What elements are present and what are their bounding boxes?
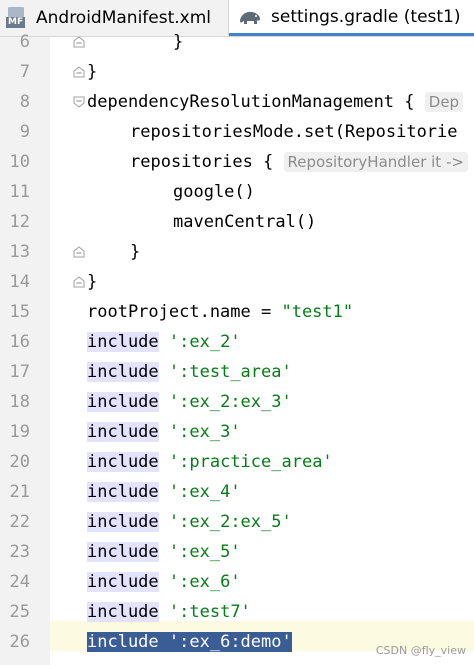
- line-number: 8: [19, 92, 30, 112]
- string-literal: ':test7': [168, 602, 251, 622]
- line-number: 17: [9, 362, 30, 382]
- include-keyword: include: [87, 392, 159, 412]
- line-number: 24: [9, 572, 30, 592]
- line-number: 20: [9, 452, 30, 472]
- include-keyword: include: [87, 602, 159, 622]
- code-text: google(): [173, 182, 255, 202]
- line-number: 10: [9, 152, 30, 172]
- string-literal: ':ex_6': [168, 572, 241, 592]
- editor-tab-bar: MF AndroidManifest.xml settings.gradle (…: [0, 0, 474, 37]
- code-text: dependencyResolutionManagement {: [87, 92, 425, 112]
- include-keyword: include: [87, 452, 159, 472]
- code-line[interactable]: include ':ex_2:ex_5': [87, 507, 292, 537]
- code-line[interactable]: mavenCentral(): [173, 207, 316, 237]
- code-line[interactable]: rootProject.name = "test1": [87, 297, 353, 327]
- code-line[interactable]: include ':ex_4': [87, 477, 241, 507]
- include-keyword: include: [87, 332, 159, 352]
- gradle-elephant-icon: [240, 11, 260, 24]
- string-literal: ':ex_2:ex_3': [168, 392, 292, 412]
- tab-label: settings.gradle (test1): [271, 6, 461, 27]
- code-line[interactable]: include ':ex_2': [87, 327, 241, 357]
- include-keyword: include: [87, 362, 159, 382]
- code-line[interactable]: }: [173, 27, 183, 57]
- code-line[interactable]: include ':test7': [87, 597, 251, 627]
- string-literal: ':ex_2:ex_5': [168, 512, 292, 532]
- string-literal: ':ex_3': [168, 422, 241, 442]
- string-literal: "test1": [281, 302, 354, 322]
- line-number: 11: [9, 182, 30, 202]
- code-line[interactable]: include ':ex_2:ex_3': [87, 387, 292, 417]
- line-number: 9: [19, 122, 30, 142]
- include-keyword: include: [87, 482, 159, 502]
- code-text: }: [130, 242, 141, 262]
- line-number: 18: [9, 392, 30, 412]
- include-keyword: include: [87, 632, 159, 652]
- code-line[interactable]: }: [130, 237, 140, 267]
- code-line[interactable]: include ':practice_area': [87, 447, 333, 477]
- line-number: 7: [19, 62, 30, 82]
- string-literal: ':ex_4': [168, 482, 241, 502]
- code-text: }: [173, 32, 184, 52]
- code-line[interactable]: repositories { RepositoryHandler it ->: [130, 147, 468, 177]
- include-keyword: include: [87, 422, 159, 442]
- fold-end-icon[interactable]: [73, 276, 85, 288]
- tab-android-manifest[interactable]: MF AndroidManifest.xml: [0, 0, 228, 36]
- tab-settings-gradle[interactable]: settings.gradle (test1): [229, 0, 474, 36]
- code-line[interactable]: }: [87, 267, 97, 297]
- fold-open-icon[interactable]: [73, 96, 85, 108]
- line-number: 23: [9, 542, 30, 562]
- line-number: 22: [9, 512, 30, 532]
- watermark: CSDN @fly_view: [375, 644, 466, 657]
- include-keyword: include: [87, 542, 159, 562]
- line-number: 6: [19, 32, 30, 52]
- code-line[interactable]: repositoriesMode.set(Repositorie: [130, 117, 458, 147]
- tab-label: AndroidManifest.xml: [36, 8, 212, 28]
- line-number: 26: [9, 632, 30, 652]
- code-line[interactable]: google(): [173, 177, 255, 207]
- string-literal: ':ex_5': [168, 542, 241, 562]
- line-number: 25: [9, 602, 30, 622]
- inlay-type-hint: Dep: [424, 92, 464, 112]
- code-line[interactable]: include ':ex_6:demo': [87, 627, 292, 657]
- code-line[interactable]: include ':ex_5': [87, 537, 241, 567]
- line-number: 14: [9, 272, 30, 292]
- code-line[interactable]: include ':ex_3': [87, 417, 241, 447]
- code-text: }: [87, 272, 98, 292]
- code-text: mavenCentral(): [173, 212, 317, 232]
- code-line[interactable]: include ':test_area': [87, 357, 292, 387]
- line-number: 19: [9, 422, 30, 442]
- line-number: 13: [9, 242, 30, 262]
- include-keyword: include: [87, 572, 159, 592]
- line-number: 12: [9, 212, 30, 232]
- code-text: rootProject.name =: [87, 302, 282, 322]
- include-keyword: include: [87, 512, 159, 532]
- code-line[interactable]: }: [87, 57, 97, 87]
- line-number: 21: [9, 482, 30, 502]
- fold-end-icon[interactable]: [73, 246, 85, 258]
- code-line[interactable]: dependencyResolutionManagement { Dep: [87, 87, 464, 117]
- string-literal: ':ex_2': [168, 332, 241, 352]
- line-number: 15: [9, 302, 30, 322]
- line-number: 16: [9, 332, 30, 352]
- fold-end-icon[interactable]: [73, 66, 85, 78]
- fold-end-icon[interactable]: [73, 36, 85, 48]
- string-literal: ':test_area': [168, 362, 292, 382]
- code-text: repositoriesMode.set(Repositorie: [130, 122, 458, 142]
- string-literal: ':ex_6:demo': [168, 632, 292, 652]
- code-text: }: [87, 62, 98, 82]
- code-text: repositories {: [130, 152, 284, 172]
- code-line[interactable]: include ':ex_6': [87, 567, 241, 597]
- inlay-type-hint: RepositoryHandler it ->: [283, 152, 468, 172]
- string-literal: ':practice_area': [168, 452, 333, 472]
- manifest-file-icon: MF: [6, 7, 28, 29]
